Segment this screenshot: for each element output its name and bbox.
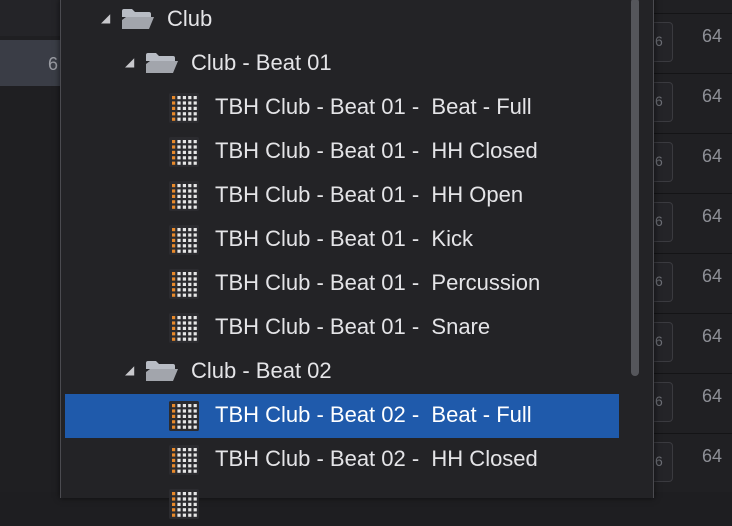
background-right-panel: 6 64 6 64 6 64 6 64 6 64 6 64 6 64 6 64	[654, 0, 732, 492]
background-channel-value: 64	[702, 386, 723, 406]
drum-pattern-icon	[169, 137, 199, 167]
folder-open-icon	[145, 360, 179, 382]
background-channel-value: 64	[702, 446, 723, 466]
pattern-label: TBH Club - Beat 01 - Percussion	[215, 270, 541, 295]
tree-pattern-row[interactable]: TBH Club - Beat 01 - HH Open	[61, 174, 619, 218]
background-box-digit: 6	[655, 393, 663, 409]
background-channel-value: 64	[702, 86, 723, 106]
background-channel-row: 6 64	[654, 313, 732, 374]
background-value-box: 6	[654, 142, 673, 182]
background-value-box: 6	[654, 322, 673, 362]
pattern-browser-popup: ◢ Club ◢ Club - Beat 01 TBH Club - Beat 01 -…	[60, 0, 654, 519]
expand-triangle-icon[interactable]: ◢	[125, 56, 134, 68]
drum-pattern-icon	[169, 489, 199, 519]
tree-pattern-row[interactable]	[61, 482, 619, 526]
background-channel-value: 64	[702, 326, 723, 346]
scrollbar-thumb[interactable]	[631, 0, 639, 376]
tree-folder-row[interactable]: ◢ Club - Beat 01	[61, 42, 619, 86]
tree-pattern-row[interactable]: TBH Club - Beat 02 - Beat - Full	[65, 394, 619, 438]
pattern-label: TBH Club - Beat 01 - HH Closed	[215, 138, 538, 163]
drum-pattern-icon	[169, 181, 199, 211]
background-box-digit: 6	[655, 153, 663, 169]
tree-pattern-row[interactable]: TBH Club - Beat 01 - Kick	[61, 218, 619, 262]
drum-pattern-icon	[169, 445, 199, 475]
expand-triangle-icon[interactable]: ◢	[101, 12, 110, 24]
tree-folder-row[interactable]: ◢ Club - Beat 02	[61, 350, 619, 394]
drum-pattern-icon	[169, 225, 199, 255]
drum-pattern-icon	[169, 269, 199, 299]
background-channel-row: 6 64	[654, 373, 732, 434]
background-box-digit: 6	[655, 213, 663, 229]
pattern-label: TBH Club - Beat 02 - HH Closed	[215, 446, 538, 471]
tree-pattern-row[interactable]: TBH Club - Beat 01 - HH Closed	[61, 130, 619, 174]
background-channel-row: 6 64	[654, 433, 732, 494]
background-channel-row: 6 64	[654, 193, 732, 254]
background-channel-value: 64	[702, 266, 723, 286]
background-channel-row: 6 64	[654, 13, 732, 74]
background-channel-row: 6 64	[654, 133, 732, 194]
background-channel-value: 64	[702, 26, 723, 46]
background-value-text: 6	[48, 54, 59, 74]
tree-pattern-row[interactable]: TBH Club - Beat 01 - Beat - Full	[61, 86, 619, 130]
tree-pattern-row[interactable]: TBH Club - Beat 02 - HH Closed	[61, 438, 619, 482]
background-value-box: 6	[654, 202, 673, 242]
pattern-label: TBH Club - Beat 02 - Beat - Full	[215, 402, 532, 427]
folder-open-icon	[121, 8, 155, 30]
drum-pattern-icon	[169, 401, 199, 431]
background-value-box: 6	[654, 82, 673, 122]
folder-label: Club - Beat 01	[191, 50, 332, 75]
background-channel-value: 64	[702, 146, 723, 166]
pattern-label: TBH Club - Beat 01 - Kick	[215, 226, 473, 251]
background-value-box: 6	[654, 22, 673, 62]
background-channel-row: 6 64	[654, 73, 732, 134]
tree-folder-row[interactable]: ◢ Club	[61, 0, 619, 42]
expand-triangle-icon[interactable]: ◢	[125, 364, 134, 376]
pattern-label: TBH Club - Beat 01 - HH Open	[215, 182, 524, 207]
background-left-panel: 6	[0, 0, 64, 492]
background-box-digit: 6	[655, 273, 663, 289]
background-channel-value: 64	[702, 206, 723, 226]
drum-pattern-icon	[169, 313, 199, 343]
background-value-box: 6	[654, 382, 673, 422]
background-value-box: 6	[654, 262, 673, 302]
tree-pattern-row[interactable]: TBH Club - Beat 01 - Percussion	[61, 262, 619, 306]
background-channel-row: 6 64	[654, 253, 732, 314]
background-box-digit: 6	[655, 93, 663, 109]
background-box-digit: 6	[655, 33, 663, 49]
drum-pattern-icon	[169, 93, 199, 123]
pattern-label: TBH Club - Beat 01 - Beat - Full	[215, 94, 532, 119]
folder-open-icon	[145, 52, 179, 74]
pattern-label: TBH Club - Beat 01 - Snare	[215, 314, 491, 339]
background-value-box: 6	[654, 442, 673, 482]
background-header-band	[0, 0, 64, 36]
background-box-digit: 6	[655, 453, 663, 469]
background-box-digit: 6	[655, 333, 663, 349]
folder-label: Club	[167, 6, 213, 31]
tree-pattern-row[interactable]: TBH Club - Beat 01 - Snare	[61, 306, 619, 350]
folder-label: Club - Beat 02	[191, 358, 332, 383]
